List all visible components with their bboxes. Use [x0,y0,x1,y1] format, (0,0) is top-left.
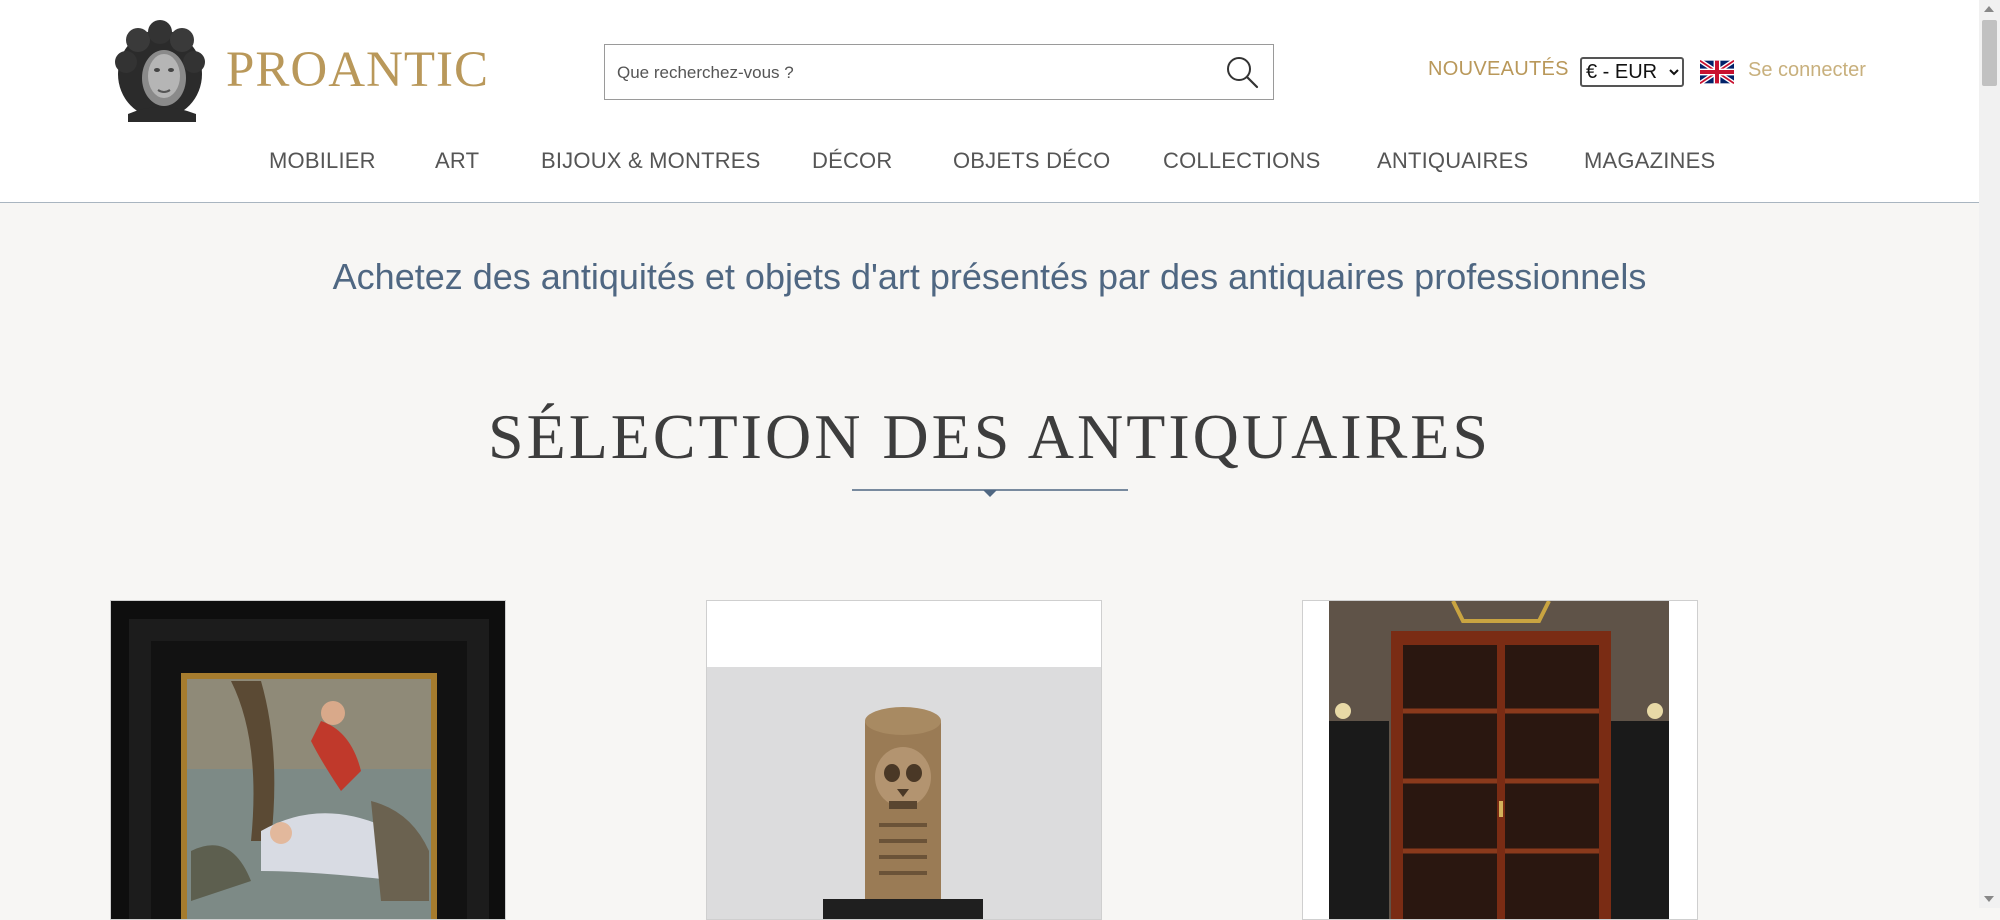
nav-item-collections[interactable]: COLLECTIONS [1163,148,1320,174]
scroll-down-arrow-icon[interactable] [1984,896,1994,902]
nav-item-mobilier[interactable]: MOBILIER [269,148,376,174]
scrollbar-thumb[interactable] [1982,20,1997,86]
product-image-sculpture [707,601,1101,919]
product-image-bookcase [1303,601,1697,919]
login-link[interactable]: Se connecter [1748,59,1866,82]
page-tagline: Achetez des antiquités et objets d'art p… [332,256,1647,297]
page-scrollbar[interactable] [1979,0,2000,908]
uk-flag-icon[interactable] [1700,60,1734,84]
scroll-up-arrow-icon[interactable] [1984,6,1994,12]
product-card-bookcase[interactable] [1302,600,1698,920]
new-arrivals-link[interactable]: NOUVEAUTÉS [1428,58,1569,81]
nav-item-decor[interactable]: DÉCOR [812,148,892,174]
product-card-sculpture[interactable] [706,600,1102,920]
nav-item-antiquaires[interactable]: ANTIQUAIRES [1377,148,1528,174]
site-logo[interactable]: PROANTIC [108,18,489,122]
product-card-painting[interactable] [110,600,506,920]
search-icon[interactable] [1225,55,1259,89]
title-divider [852,489,1128,497]
product-image-painting [111,601,505,919]
nav-item-objets-deco[interactable]: OBJETS DÉCO [953,148,1110,174]
nav-item-magazines[interactable]: MAGAZINES [1584,148,1715,174]
nav-item-bijoux-montres[interactable]: BIJOUX & MONTRES [541,148,761,174]
nav-item-art[interactable]: ART [435,148,479,174]
logo-bust-icon [115,20,205,122]
main-nav: MOBILIER ART BIJOUX & MONTRES DÉCOR OBJE… [0,148,1979,178]
site-header: PROANTIC NOUVEAUTÉS € - EUR Se connecter… [0,0,1979,203]
search-bar [604,44,1274,101]
logo-text: PROANTIC [226,42,490,98]
search-input[interactable] [615,45,1209,101]
section-title: SÉLECTION DES ANTIQUAIRES [488,401,1491,472]
currency-select[interactable]: € - EUR [1580,57,1684,87]
